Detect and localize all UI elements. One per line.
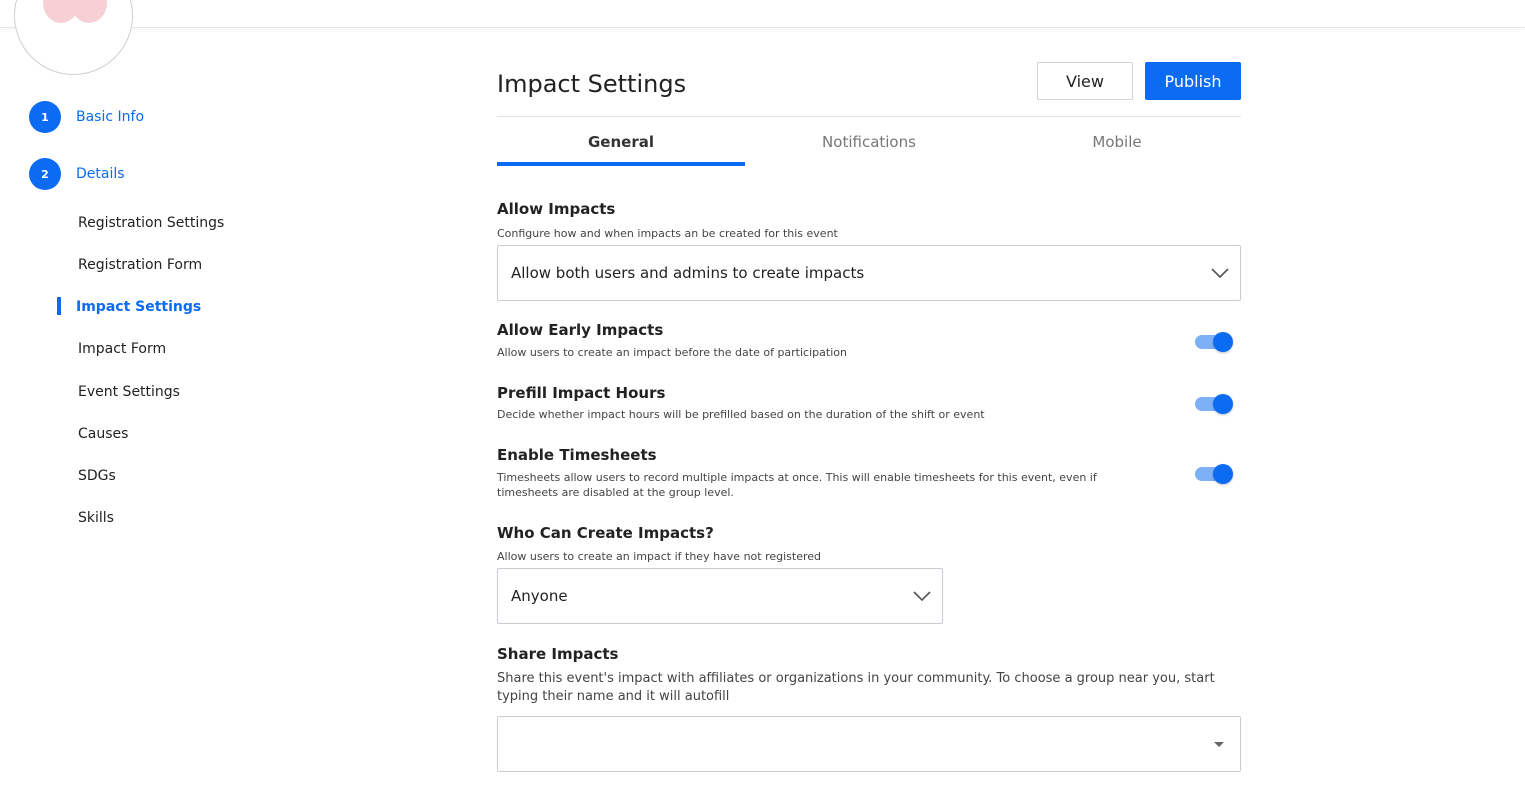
divider <box>497 116 1241 117</box>
sidebar-item-skills[interactable]: Skills <box>78 510 114 526</box>
toggle-knob <box>1213 332 1233 352</box>
share-impacts-description-line1: Share this event's impact with affiliate… <box>497 671 1215 686</box>
chevron-down-icon <box>1211 268 1229 279</box>
prefill-hours-toggle[interactable] <box>1195 393 1233 415</box>
caret-down-icon <box>1214 742 1224 747</box>
sidebar-item-impact-form[interactable]: Impact Form <box>78 341 166 357</box>
early-impacts-title: Allow Early Impacts <box>497 321 664 339</box>
early-impacts-toggle[interactable] <box>1195 331 1233 353</box>
tab-general[interactable]: General <box>497 133 745 151</box>
step-label: Details <box>76 166 125 182</box>
active-indicator <box>57 297 61 315</box>
allow-impacts-select[interactable]: Allow both users and admins to create im… <box>497 245 1241 301</box>
sidebar-item-registration-form[interactable]: Registration Form <box>78 257 202 273</box>
share-impacts-autocomplete[interactable] <box>497 716 1241 772</box>
view-button[interactable]: View <box>1037 62 1133 100</box>
sidebar-item-event-settings[interactable]: Event Settings <box>78 384 180 400</box>
step-label: Basic Info <box>76 109 145 125</box>
avatar[interactable] <box>14 0 133 75</box>
share-impacts-description: Share this event's impact with affiliate… <box>497 670 1247 706</box>
allow-impacts-value: Allow both users and admins to create im… <box>511 264 865 282</box>
allow-impacts-title: Allow Impacts <box>497 200 616 218</box>
step-basic-info[interactable]: 1 Basic Info <box>29 101 144 133</box>
sidebar-item-sdgs[interactable]: SDGs <box>78 468 116 484</box>
tab-notifications[interactable]: Notifications <box>745 133 993 151</box>
sidebar-item-impact-settings[interactable]: Impact Settings <box>76 299 201 315</box>
timesheets-toggle[interactable] <box>1195 463 1233 485</box>
tab-mobile[interactable]: Mobile <box>993 133 1241 151</box>
tab-active-underline <box>497 162 745 166</box>
allow-impacts-description: Configure how and when impacts an be cre… <box>497 227 838 240</box>
who-can-create-value: Anyone <box>511 587 568 605</box>
who-can-create-title: Who Can Create Impacts? <box>497 524 714 542</box>
timesheets-title: Enable Timesheets <box>497 446 657 464</box>
timesheets-description-line1: Timesheets allow users to record multipl… <box>497 471 1097 484</box>
sidebar-item-causes[interactable]: Causes <box>78 426 128 442</box>
toggle-knob <box>1213 464 1233 484</box>
prefill-hours-description: Decide whether impact hours will be pref… <box>497 408 985 421</box>
sidebar-item-registration-settings[interactable]: Registration Settings <box>78 215 224 231</box>
prefill-hours-title: Prefill Impact Hours <box>497 384 666 402</box>
early-impacts-description: Allow users to create an impact before t… <box>497 346 847 359</box>
chevron-down-icon <box>913 591 931 602</box>
who-can-create-description: Allow users to create an impact if they … <box>497 550 822 563</box>
cherry-blossom-icon <box>43 0 107 23</box>
toggle-knob <box>1213 394 1233 414</box>
share-impacts-title: Share Impacts <box>497 645 619 663</box>
page-title: Impact Settings <box>497 70 687 98</box>
top-bar <box>0 0 1525 28</box>
timesheets-description-line2: timesheets are disabled at the group lev… <box>497 486 734 499</box>
step-details[interactable]: 2 Details <box>29 158 125 190</box>
step-number: 1 <box>29 101 61 133</box>
publish-button[interactable]: Publish <box>1145 62 1241 100</box>
who-can-create-select[interactable]: Anyone <box>497 568 943 624</box>
share-impacts-description-line2: typing their name and it will autofill <box>497 689 730 704</box>
step-number: 2 <box>29 158 61 190</box>
